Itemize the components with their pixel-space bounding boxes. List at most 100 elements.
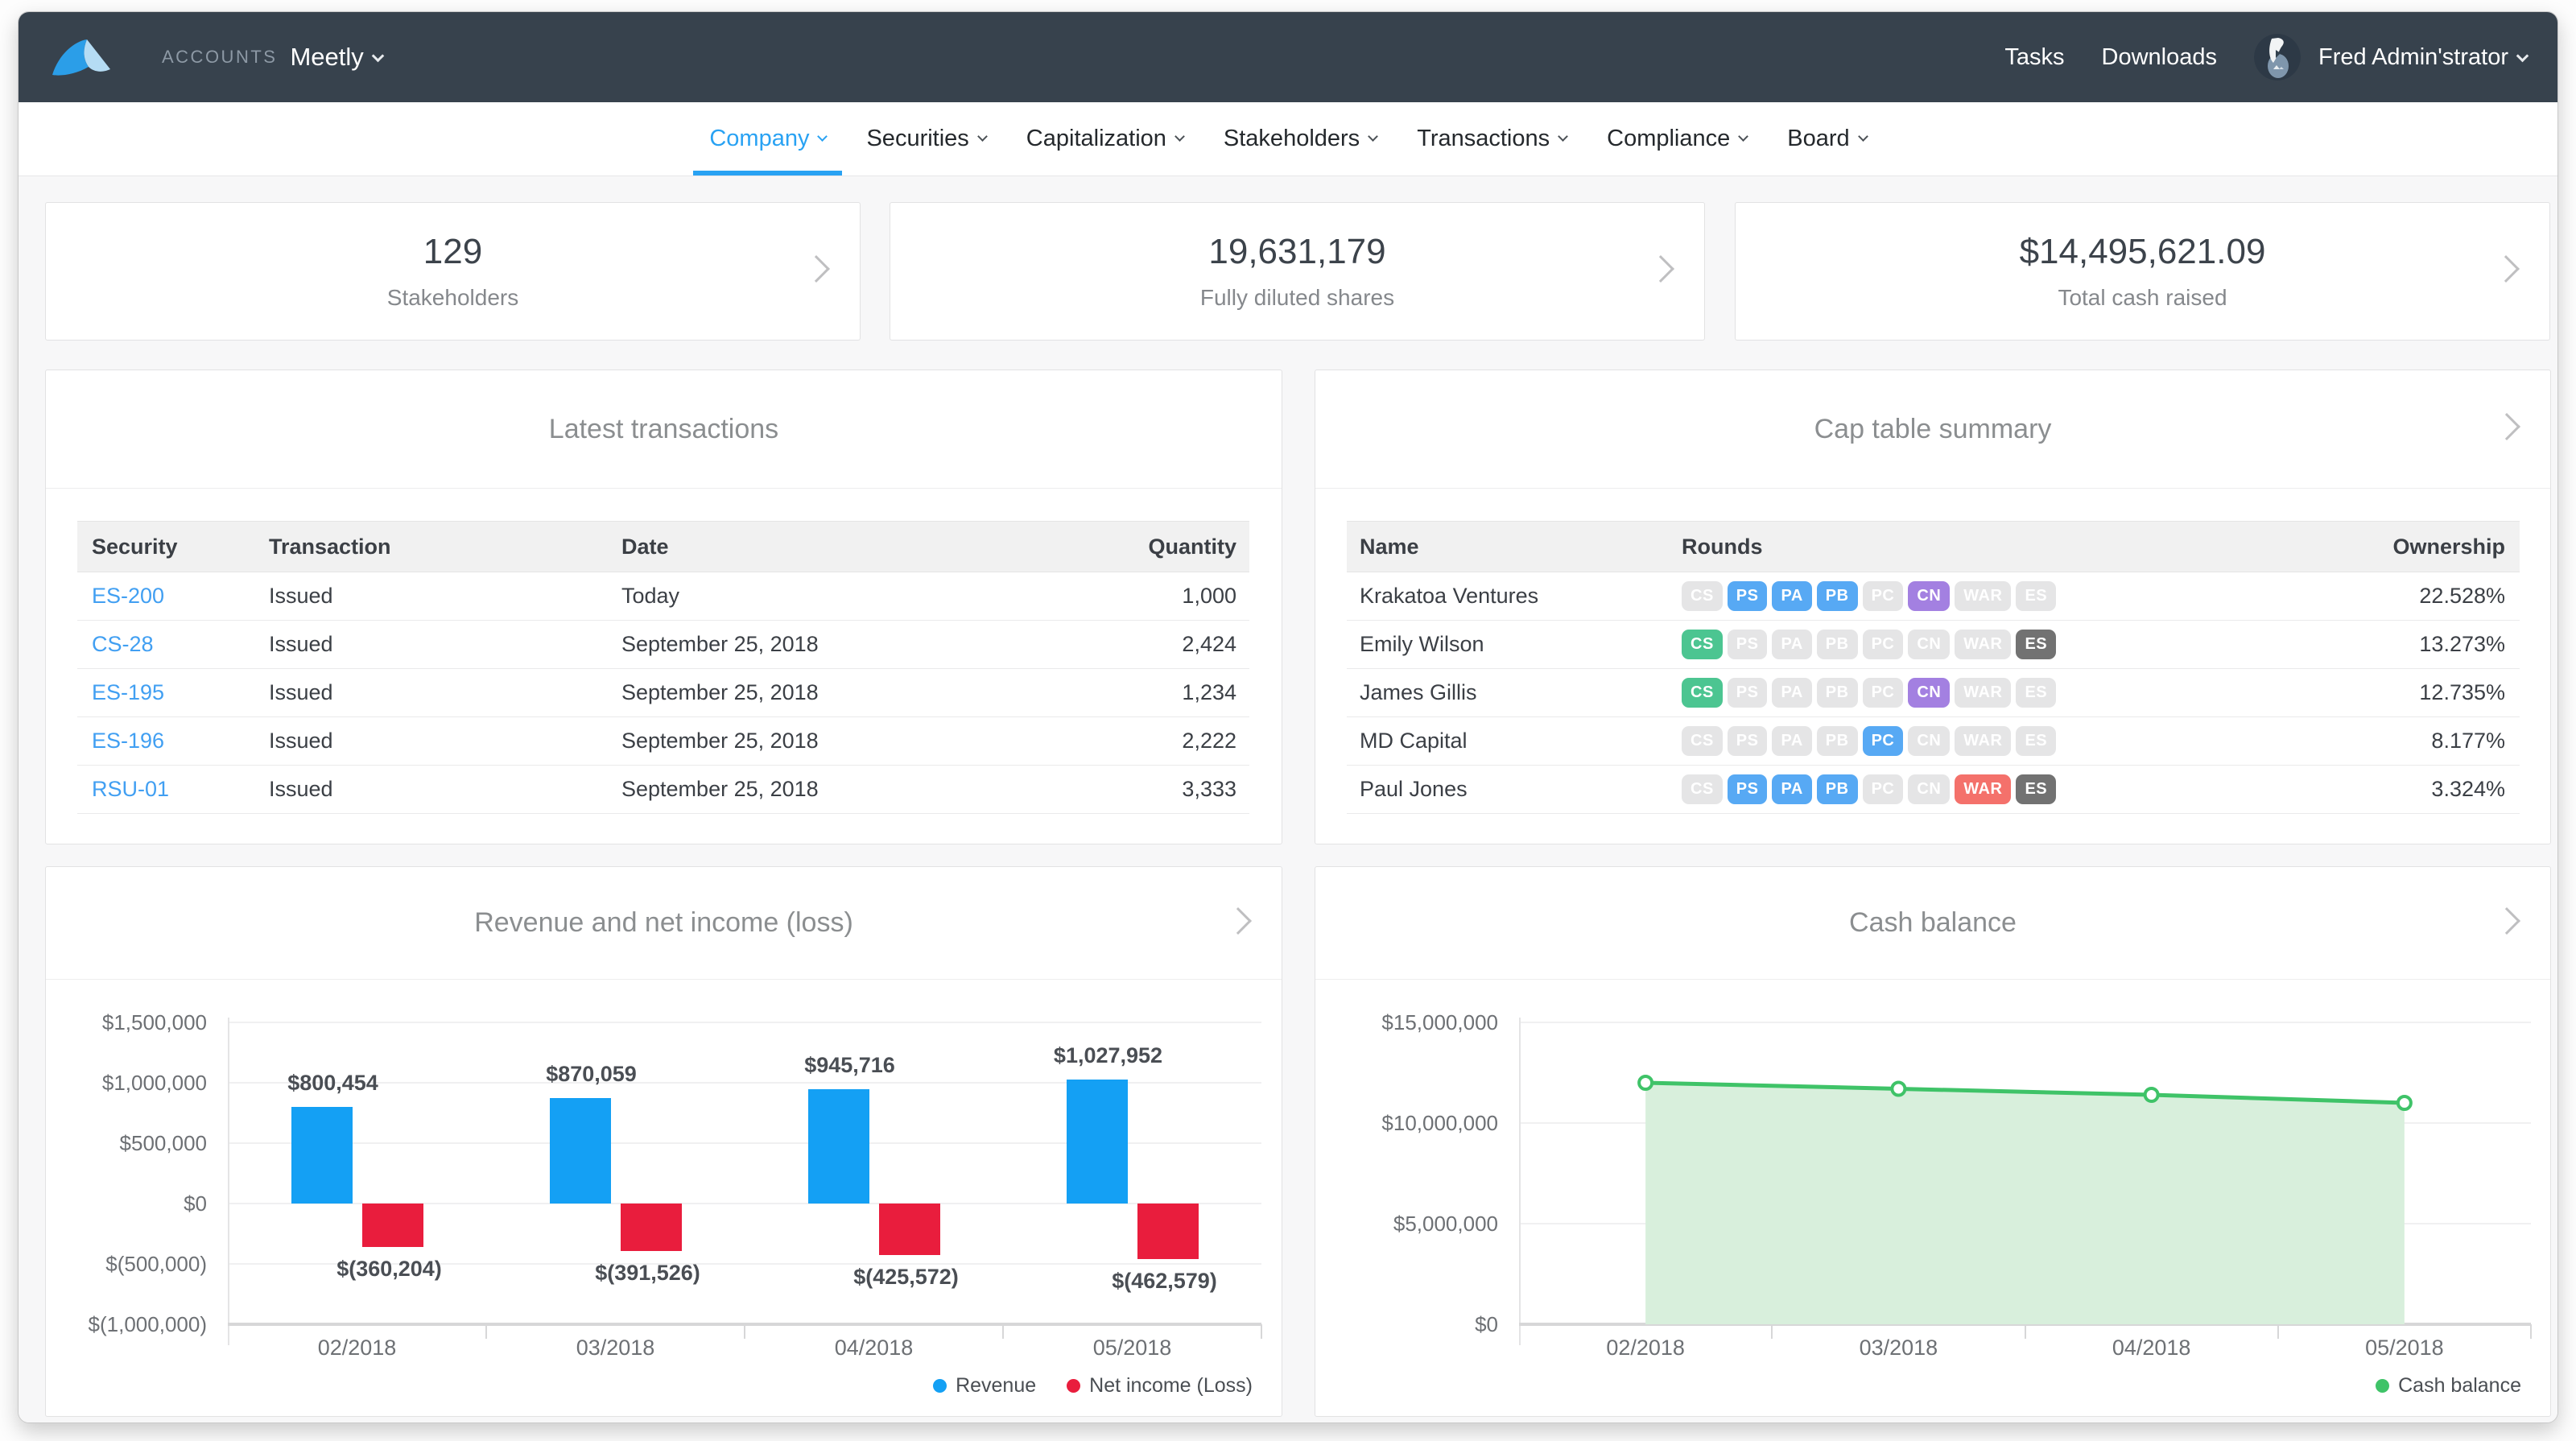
y-axis-tick-label: $0 bbox=[54, 1191, 207, 1216]
round-badge-war: WAR bbox=[1955, 726, 2011, 756]
table-header-row: Security Transaction Date Quantity bbox=[77, 521, 1249, 572]
round-badge-cs: CS bbox=[1682, 630, 1723, 659]
chevron-down-icon[interactable] bbox=[371, 49, 384, 62]
x-axis-tick bbox=[2277, 1324, 2279, 1339]
net-income-bar bbox=[879, 1204, 940, 1255]
revenue-bar bbox=[1067, 1080, 1128, 1204]
legend-dot bbox=[1067, 1379, 1080, 1393]
x-axis-tick bbox=[744, 1324, 745, 1339]
round-badge-war: WAR bbox=[1955, 630, 2011, 659]
chevron-right-icon[interactable] bbox=[1224, 907, 1252, 935]
round-badge-pc: PC bbox=[1863, 726, 1904, 756]
stat-card-fully-diluted-shares[interactable]: 19,631,179 Fully diluted shares bbox=[890, 202, 1705, 341]
net-income-bar bbox=[1137, 1204, 1199, 1259]
rounds-badges: CSPSPAPBPCCNWARES bbox=[1682, 766, 2056, 813]
chevron-right-icon[interactable] bbox=[2493, 907, 2520, 935]
data-point-marker bbox=[1892, 1083, 1905, 1096]
y-axis-tick-label: $(500,000) bbox=[54, 1252, 207, 1276]
user-menu[interactable]: Fred Admin'strator bbox=[2318, 44, 2508, 71]
card-title: Cash balance bbox=[1849, 907, 2017, 939]
bar-value-label: $(360,204) bbox=[293, 1257, 486, 1282]
rounds-badges: CSPSPAPBPCCNWARES bbox=[1682, 669, 2056, 716]
stakeholder-name: Paul Jones bbox=[1360, 766, 1468, 813]
tab-company[interactable]: Company bbox=[693, 102, 842, 175]
account-switcher[interactable]: Meetly bbox=[290, 43, 363, 72]
round-badge-cn: CN bbox=[1908, 774, 1950, 804]
column-header: Security bbox=[92, 522, 178, 572]
tab-board[interactable]: Board bbox=[1771, 102, 1882, 175]
rounds-badges: CSPSPAPBPCCNWARES bbox=[1682, 572, 2056, 620]
column-header: Rounds bbox=[1682, 522, 1763, 572]
round-badge-war: WAR bbox=[1955, 678, 2011, 708]
table-row: ES-195 Issued September 25, 2018 1,234 bbox=[77, 669, 1249, 717]
tab-transactions[interactable]: Transactions bbox=[1401, 102, 1583, 175]
round-badge-pa: PA bbox=[1772, 774, 1811, 804]
net-income-bar bbox=[621, 1204, 682, 1251]
rounds-badges: CSPSPAPBPCCNWARES bbox=[1682, 717, 2056, 765]
round-badge-es: ES bbox=[2016, 630, 2056, 659]
primary-tabs: Company Securities Capitalization Stakeh… bbox=[19, 102, 2557, 176]
stat-value: 129 bbox=[423, 232, 482, 272]
tab-stakeholders[interactable]: Stakeholders bbox=[1208, 102, 1393, 175]
data-point-marker bbox=[2145, 1088, 2158, 1101]
round-badge-ps: PS bbox=[1728, 581, 1768, 611]
y-axis-tick-label: $10,000,000 bbox=[1323, 1111, 1498, 1135]
security-link[interactable]: ES-196 bbox=[92, 717, 164, 765]
revenue-bar bbox=[291, 1107, 353, 1204]
ownership-value: 8.177% bbox=[2431, 717, 2505, 765]
security-link[interactable]: CS-28 bbox=[92, 621, 154, 668]
tab-securities[interactable]: Securities bbox=[850, 102, 1001, 175]
round-badge-pb: PB bbox=[1817, 726, 1858, 756]
legend-label: Revenue bbox=[956, 1374, 1036, 1398]
brand-logo-icon[interactable] bbox=[51, 36, 114, 78]
chevron-down-icon bbox=[1368, 131, 1378, 142]
cap-table-summary-card: Cap table summary Name Rounds Ownership … bbox=[1315, 370, 2551, 844]
stat-card-total-cash-raised[interactable]: $14,495,621.09 Total cash raised bbox=[1735, 202, 2550, 341]
eagle-avatar-icon bbox=[2254, 34, 2301, 81]
security-link[interactable]: RSU-01 bbox=[92, 766, 169, 813]
table-row: Krakatoa Ventures CSPSPAPBPCCNWARES 22.5… bbox=[1347, 572, 2520, 621]
revenue-net-income-card: Revenue and net income (loss) $1,500,000… bbox=[45, 866, 1282, 1417]
downloads-link[interactable]: Downloads bbox=[2102, 44, 2217, 71]
tab-capitalization[interactable]: Capitalization bbox=[1010, 102, 1199, 175]
y-axis-tick-label: $15,000,000 bbox=[1323, 1010, 1498, 1034]
nav-left: ACCOUNTS Meetly bbox=[51, 36, 382, 78]
stat-value: 19,631,179 bbox=[1208, 232, 1385, 272]
round-badge-cs: CS bbox=[1682, 774, 1723, 804]
round-badge-pa: PA bbox=[1772, 581, 1811, 611]
round-badge-pa: PA bbox=[1772, 726, 1811, 756]
accounts-label: ACCOUNTS bbox=[162, 47, 277, 68]
column-header: Quantity bbox=[1148, 522, 1236, 572]
chevron-right-icon[interactable] bbox=[2493, 413, 2520, 440]
latest-transactions-card: Latest transactions Security Transaction… bbox=[45, 370, 1282, 844]
security-link[interactable]: ES-200 bbox=[92, 572, 164, 620]
tasks-link[interactable]: Tasks bbox=[2004, 44, 2064, 71]
security-link[interactable]: ES-195 bbox=[92, 669, 164, 716]
top-nav: ACCOUNTS Meetly Tasks Downloads Fred Adm… bbox=[19, 12, 2557, 102]
card-header: Revenue and net income (loss) bbox=[46, 867, 1282, 980]
cash-balance-area-chart: $15,000,000$10,000,000$5,000,000$002/201… bbox=[1315, 980, 2550, 1416]
table-row: RSU-01 Issued September 25, 2018 3,333 bbox=[77, 766, 1249, 814]
x-axis-label: 04/2018 bbox=[2071, 1336, 2232, 1360]
column-header: Name bbox=[1360, 522, 1419, 572]
stat-value: $14,495,621.09 bbox=[2020, 232, 2266, 272]
round-badge-war: WAR bbox=[1955, 774, 2011, 804]
x-axis-label: 05/2018 bbox=[1052, 1336, 1213, 1360]
round-badge-pb: PB bbox=[1817, 774, 1858, 804]
chart-legend: Cash balance bbox=[1315, 1374, 2521, 1398]
round-badge-ps: PS bbox=[1728, 630, 1768, 659]
user-avatar[interactable] bbox=[2254, 34, 2301, 81]
chevron-down-icon[interactable] bbox=[2516, 49, 2529, 62]
transactions-table: Security Transaction Date Quantity ES-20… bbox=[77, 521, 1249, 814]
grid-line bbox=[228, 1022, 1261, 1023]
tab-compliance[interactable]: Compliance bbox=[1591, 102, 1763, 175]
chevron-down-icon bbox=[818, 131, 828, 142]
cash-balance-card: Cash balance $15,000,000$10,000,000$5,00… bbox=[1315, 866, 2551, 1417]
legend-label: Net income (Loss) bbox=[1089, 1374, 1253, 1398]
stat-card-stakeholders[interactable]: 129 Stakeholders bbox=[45, 202, 861, 341]
bar-value-label: $(391,526) bbox=[551, 1261, 745, 1286]
round-badge-es: ES bbox=[2016, 774, 2056, 804]
round-badge-es: ES bbox=[2016, 581, 2056, 611]
x-axis-tick bbox=[485, 1324, 487, 1339]
round-badge-pc: PC bbox=[1863, 630, 1904, 659]
